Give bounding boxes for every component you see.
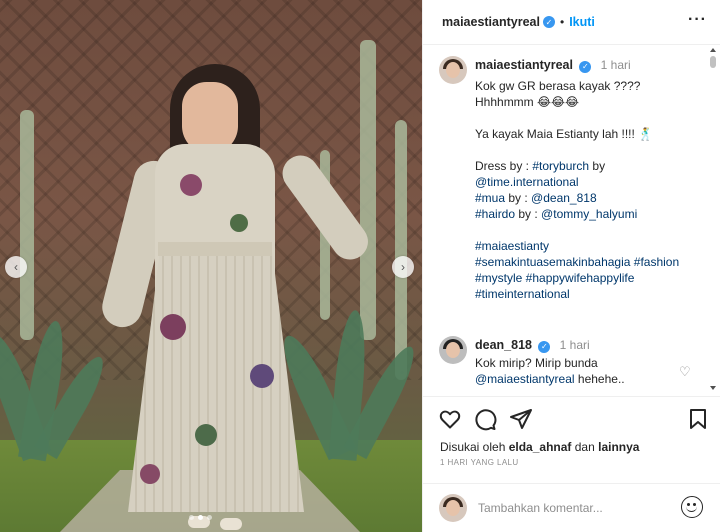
carousel-dot-active	[198, 515, 203, 520]
avatar[interactable]	[439, 336, 467, 364]
post-actions	[423, 396, 720, 444]
hashtag-link[interactable]: #toryburch	[532, 159, 589, 173]
likes-user[interactable]: elda_ahnaf	[509, 440, 572, 454]
hashtag-link[interactable]: #timeinternational	[475, 286, 707, 302]
floral-print	[195, 424, 217, 446]
current-user-avatar	[439, 494, 467, 522]
scroll-up-arrow-icon[interactable]	[710, 48, 716, 52]
instagram-post: ‹ › maiaestiantyreal ✓ • Ikuti ··· maiae…	[0, 0, 720, 532]
comment-line-rest: hehehe..	[574, 372, 625, 386]
woman-in-floral-dress	[98, 64, 376, 532]
likes-middle: dan	[571, 440, 599, 454]
caption-line: Hhhhmmm 😂😂😂	[475, 95, 580, 109]
dress-belt	[158, 242, 272, 256]
hashtag-link[interactable]: #mua	[475, 191, 505, 205]
cactus-stem	[360, 40, 376, 340]
floral-print	[230, 214, 248, 232]
mention-link[interactable]: @dean_818	[531, 191, 597, 205]
comments-list: maiaestiantyreal ✓ 1 hari Kok gw GR bera…	[423, 46, 720, 396]
likes-others[interactable]: lainnya	[598, 440, 639, 454]
caption-meta: maiaestiantyreal ✓ 1 hari	[475, 58, 631, 73]
comment-meta: dean_818 ✓ 1 hari	[475, 338, 590, 353]
cactus-stem	[20, 110, 34, 340]
hashtag-link[interactable]: #hairdo	[475, 207, 515, 221]
chevron-right-icon: ›	[401, 260, 405, 274]
add-comment-input[interactable]	[478, 498, 678, 518]
avatar[interactable]	[439, 56, 467, 84]
carousel-prev-button[interactable]: ‹	[5, 256, 27, 278]
follow-button[interactable]: Ikuti	[569, 15, 595, 29]
floral-print	[140, 464, 160, 484]
carousel-dot	[189, 515, 194, 520]
comment-time[interactable]: 1 hari	[560, 338, 590, 352]
scroll-thumb[interactable]	[710, 56, 716, 68]
caption-time[interactable]: 1 hari	[601, 58, 631, 72]
comments-scrollbar[interactable]	[708, 46, 718, 396]
caption-text: Kok gw GR berasa kayak ???? Hhhhmmm 😂😂😂 …	[475, 78, 707, 302]
hashtag-link[interactable]: #semakintuasemakinbahagia #fashion	[475, 254, 707, 270]
cactus-stem	[395, 120, 407, 380]
floral-print	[250, 364, 274, 388]
comment-line: Kok mirip? Mirip bunda	[475, 356, 598, 370]
verified-badge-icon: ✓	[542, 16, 555, 28]
post-header: maiaestiantyreal ✓ • Ikuti ···	[423, 0, 720, 45]
mention-link[interactable]: @maiaestiantyreal	[475, 372, 575, 386]
emoji-icon[interactable]	[681, 496, 703, 518]
carousel-dot	[207, 515, 212, 520]
caption-line: Ya kayak Maia Estianty lah !!!! 🕺	[475, 127, 654, 141]
more-horizontal-icon[interactable]: ···	[688, 11, 707, 29]
save-bookmark-icon[interactable]	[686, 407, 710, 431]
likes-summary: Disukai oleh elda_ahnaf dan lainnya	[440, 440, 639, 454]
header-separator: •	[559, 15, 565, 29]
comment-username[interactable]: dean_818	[475, 338, 532, 352]
chevron-left-icon: ‹	[14, 260, 18, 274]
header-username[interactable]: maiaestiantyreal	[442, 15, 540, 29]
post-date[interactable]: 1 HARI YANG LALU	[440, 458, 519, 467]
hashtag-link[interactable]: #mystyle #happywifehappylife	[475, 270, 707, 286]
likes-prefix: Disukai oleh	[440, 440, 509, 454]
verified-badge-icon: ✓	[538, 340, 551, 353]
verified-badge-icon: ✓	[579, 60, 592, 73]
caption-line: Dress by : #toryburch by	[475, 159, 606, 173]
caption-line: Kok gw GR berasa kayak ????	[475, 79, 641, 93]
post-photo[interactable]: ‹ ›	[0, 0, 422, 532]
carousel-indicator	[189, 515, 212, 520]
comment-line: @maiaestiantyreal hehehe..	[475, 371, 675, 387]
share-paper-plane-icon[interactable]	[509, 407, 533, 431]
add-comment-bar	[423, 483, 720, 532]
post-sidebar: maiaestiantyreal ✓ • Ikuti ··· maiaestia…	[422, 0, 720, 532]
caption-line: #mua by : @dean_818	[475, 191, 597, 205]
mention-link[interactable]: @tommy_halyumi	[541, 207, 637, 221]
like-heart-icon[interactable]	[438, 407, 462, 431]
comment-like-heart-icon[interactable]: ♡	[679, 364, 691, 380]
caption-line: #hairdo by : @tommy_halyumi	[475, 207, 638, 221]
shoe	[220, 518, 242, 530]
carousel-next-button[interactable]: ›	[392, 256, 414, 278]
scroll-down-arrow-icon[interactable]	[710, 386, 716, 390]
caption-username[interactable]: maiaestiantyreal	[475, 58, 573, 72]
floral-print	[180, 174, 202, 196]
mention-link[interactable]: @time.international	[475, 174, 707, 190]
hashtag-link[interactable]: #maiaestianty	[475, 238, 707, 254]
floral-print	[160, 314, 186, 340]
comment-bubble-icon[interactable]	[473, 407, 497, 431]
comment-text: Kok mirip? Mirip bunda @maiaestiantyreal…	[475, 355, 675, 387]
